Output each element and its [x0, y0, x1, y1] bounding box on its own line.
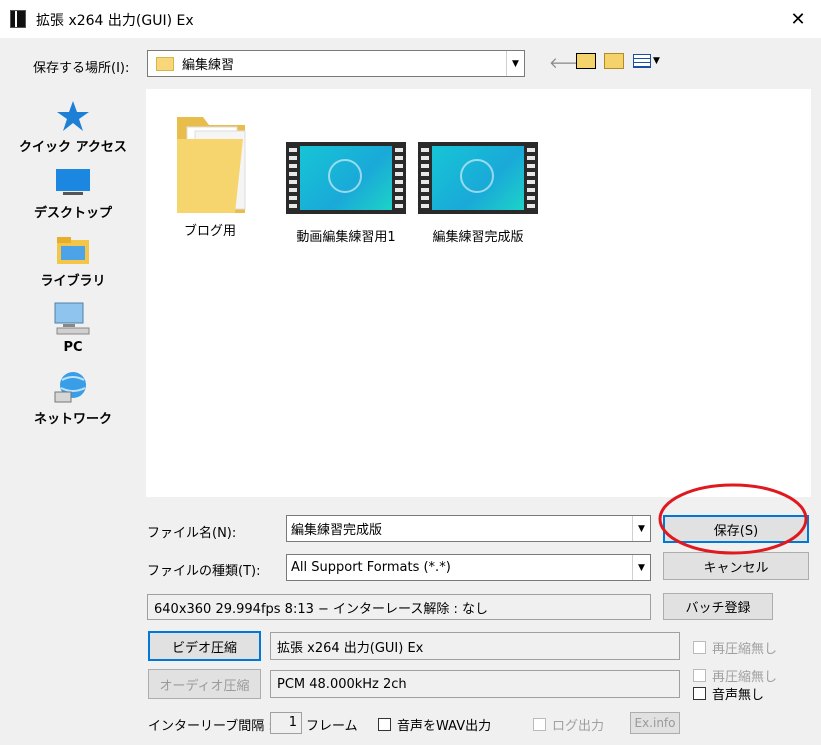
checkbox-box — [693, 641, 706, 654]
audio-compress-button[interactable]: オーディオ圧縮 — [148, 669, 261, 699]
batch-register-button[interactable]: バッチ登録 — [663, 593, 773, 620]
no-audio-checkbox[interactable]: 音声無し — [693, 684, 764, 703]
pc-icon — [54, 302, 90, 335]
video-info-text: 640x360 29.994fps 8:13 − インターレース解除 : なし — [147, 594, 651, 620]
location-label: 保存する場所(I): — [33, 61, 130, 76]
interleave-unit: フレーム — [306, 719, 358, 734]
filename-value: 編集練習完成版 — [291, 523, 383, 538]
file-name: 編集練習完成版 — [432, 230, 524, 245]
window-title: 拡張 x264 出力(GUI) Ex — [36, 13, 194, 29]
video-codec-text: 拡張 x264 出力(GUI) Ex — [270, 632, 680, 660]
video-thumbnail — [418, 142, 538, 214]
file-name: 動画編集練習用1 — [296, 230, 396, 245]
checkbox-box — [693, 687, 706, 700]
place-desktop[interactable]: デスクトップ — [13, 168, 133, 221]
checkbox-label: 再圧縮無し — [712, 670, 778, 685]
recompress-video-checkbox[interactable]: 再圧縮無し — [693, 638, 777, 657]
folder-icon — [177, 117, 246, 213]
location-value: 編集練習 — [182, 58, 235, 73]
folder-icon — [156, 56, 174, 71]
checkbox-box — [693, 669, 706, 682]
up-folder-icon[interactable] — [576, 53, 596, 69]
library-icon — [57, 237, 89, 264]
place-label: ネットワーク — [33, 412, 112, 427]
network-icon — [54, 372, 86, 403]
audio-codec-text: PCM 48.000kHz 2ch — [270, 670, 680, 698]
checkbox-box — [378, 718, 391, 731]
app-icon — [10, 10, 26, 28]
log-output-checkbox[interactable]: ログ出力 — [533, 715, 604, 734]
place-label: デスクトップ — [33, 206, 112, 221]
filename-field[interactable]: 編集練習完成版 ▼ — [286, 515, 651, 542]
place-quick-access[interactable]: クイック アクセス — [13, 100, 133, 155]
chevron-down-icon: ▼ — [632, 555, 650, 580]
filetype-select[interactable]: All Support Formats (*.*) ▼ — [286, 554, 651, 581]
checkbox-label: 再圧縮無し — [712, 642, 778, 657]
checkbox-label: 音声をWAV出力 — [397, 719, 492, 734]
video-compress-button[interactable]: ビデオ圧縮 — [148, 631, 261, 661]
view-menu-icon[interactable]: ▼ — [633, 53, 663, 69]
place-library[interactable]: ライブラリ — [13, 236, 133, 289]
file-list-view[interactable]: ブログ用 動画編集練習用1 編集練習完成版 — [146, 89, 811, 497]
file-name: ブログ用 — [183, 224, 236, 239]
place-network[interactable]: ネットワーク — [13, 370, 133, 427]
star-icon — [57, 101, 89, 131]
recompress-audio-checkbox[interactable]: 再圧縮無し — [693, 666, 777, 685]
highlight-circle — [658, 483, 808, 555]
place-label: ライブラリ — [40, 274, 106, 289]
chevron-down-icon: ▼ — [506, 51, 524, 76]
file-item-video[interactable]: 編集練習完成版 — [418, 142, 538, 245]
new-folder-icon[interactable] — [604, 53, 624, 69]
filetype-label: ファイルの種類(T): — [147, 564, 261, 579]
desktop-icon — [56, 169, 90, 195]
filetype-value: All Support Formats (*.*) — [291, 560, 451, 575]
chevron-down-icon[interactable]: ▼ — [632, 516, 650, 541]
location-combo[interactable]: 編集練習 ▼ — [147, 50, 525, 77]
file-item-folder[interactable]: ブログ用 — [150, 109, 270, 239]
place-label: クイック アクセス — [19, 140, 127, 155]
title-bar: 拡張 x264 出力(GUI) Ex ✕ — [0, 0, 821, 38]
close-button[interactable]: ✕ — [775, 0, 821, 38]
file-item-video[interactable]: 動画編集練習用1 — [286, 142, 406, 245]
exinfo-button[interactable]: Ex.info — [630, 712, 680, 734]
checkbox-label: ログ出力 — [552, 719, 605, 734]
interleave-input[interactable]: 1 — [270, 712, 302, 734]
checkbox-label: 音声無し — [712, 688, 765, 703]
wav-output-checkbox[interactable]: 音声をWAV出力 — [378, 715, 491, 734]
checkbox-box — [533, 718, 546, 731]
interleave-label: インターリーブ間隔 : — [148, 719, 273, 734]
filename-label: ファイル名(N): — [147, 526, 237, 541]
video-thumbnail — [286, 142, 406, 214]
place-label: PC — [63, 340, 83, 355]
place-pc[interactable]: PC — [13, 302, 133, 355]
